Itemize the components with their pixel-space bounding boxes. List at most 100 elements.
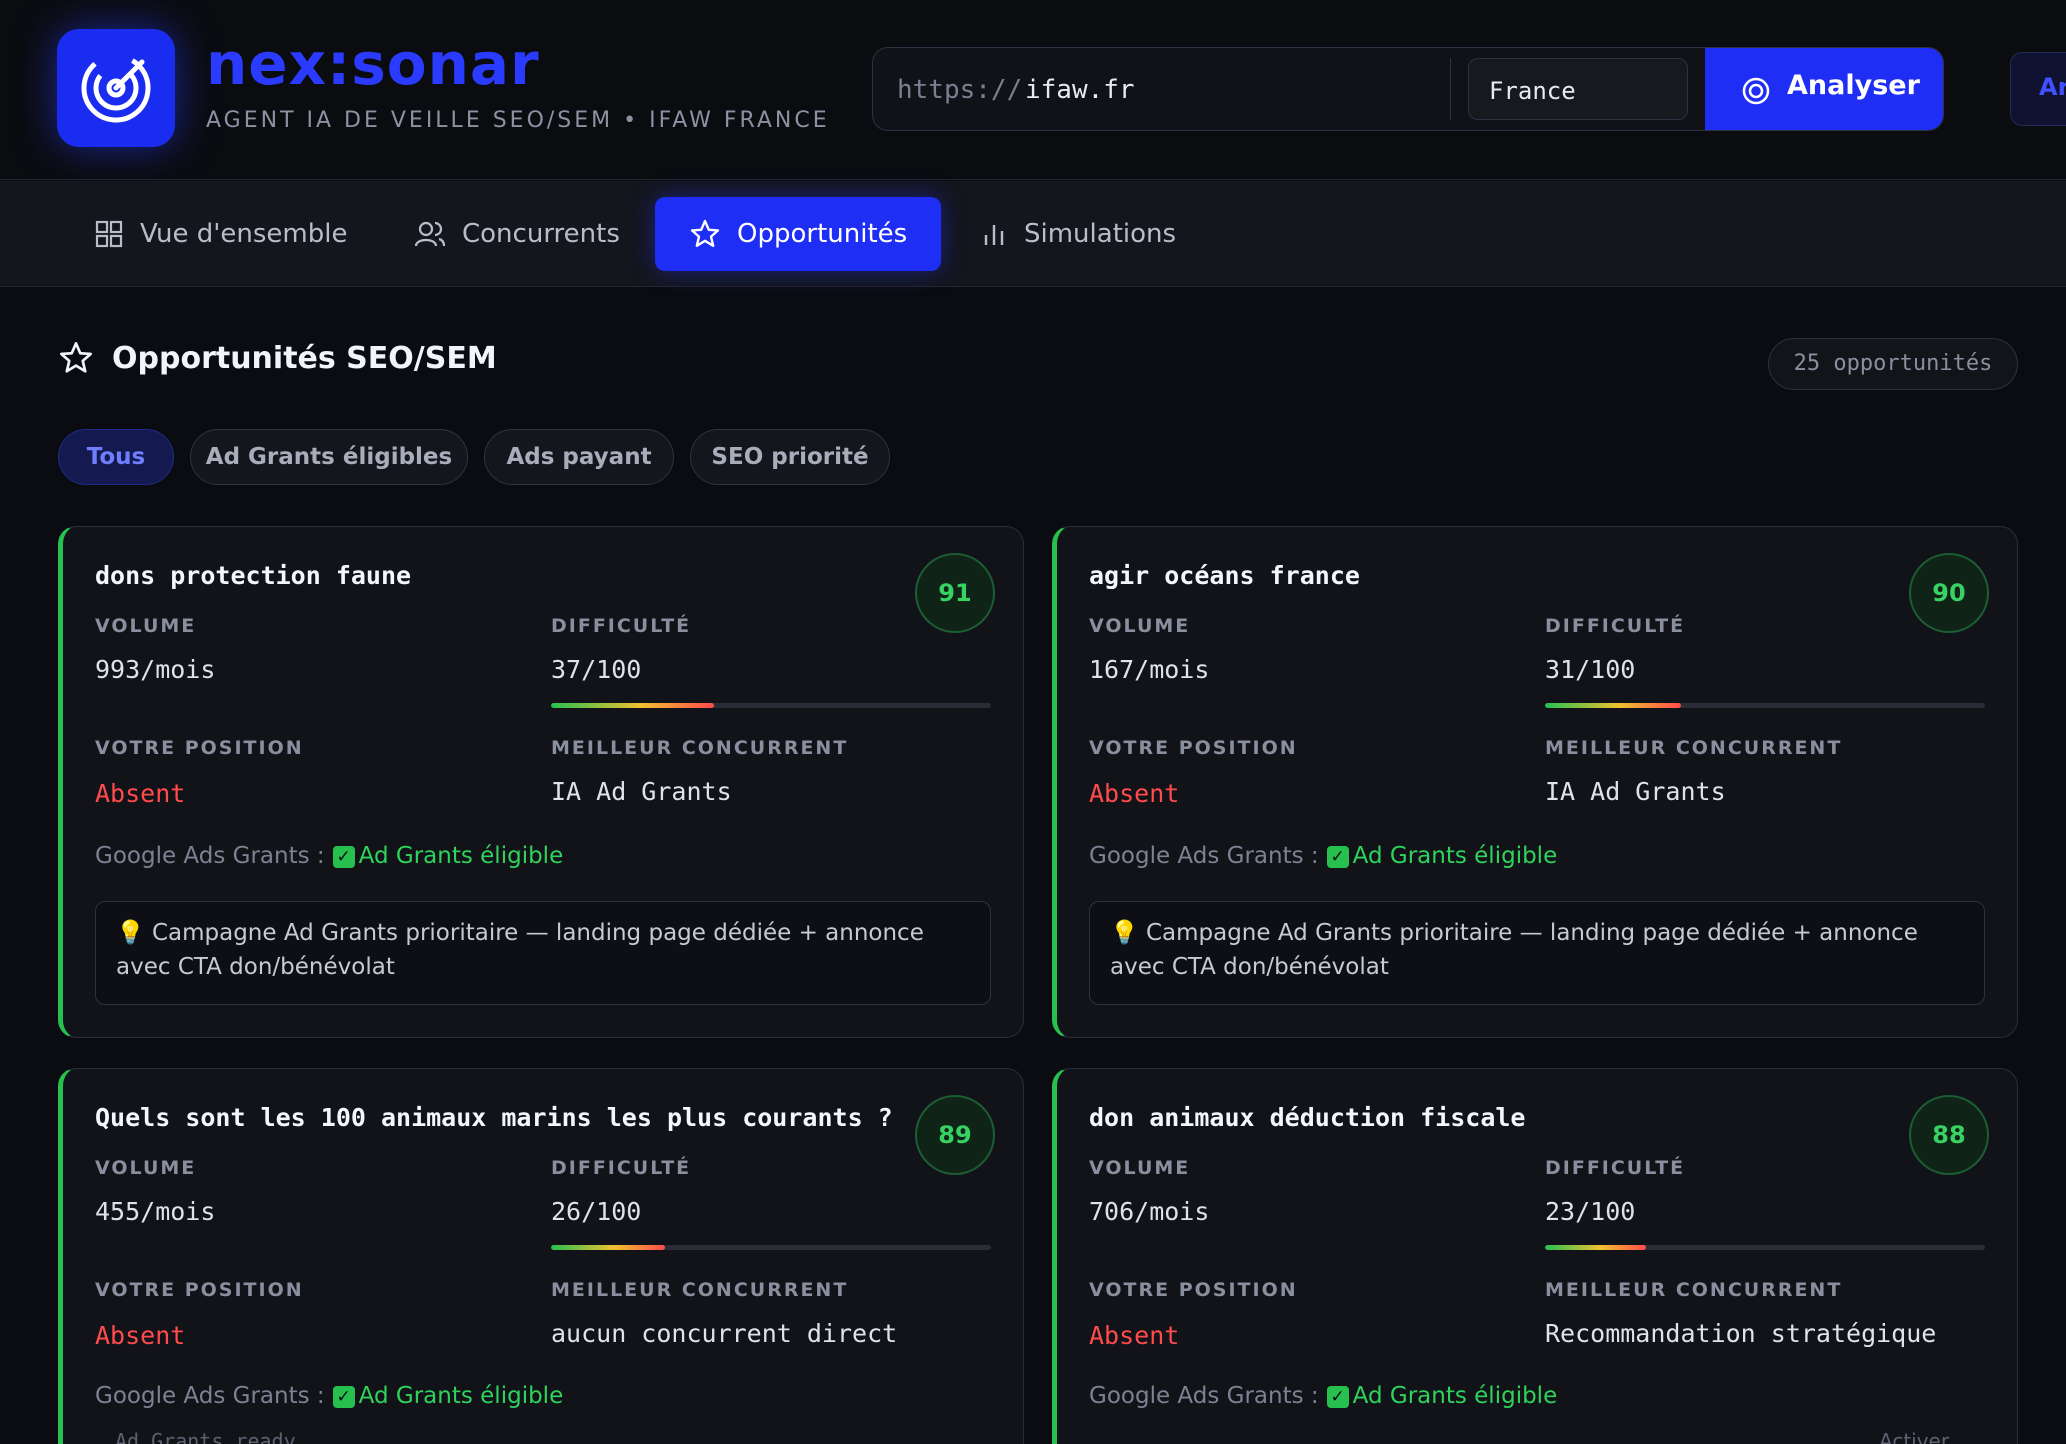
filter-paid-ads[interactable]: Ads payant [484, 429, 674, 485]
brand-tagline: AGENT IA DE VEILLE SEO/SEM • IFAW FRANCE [206, 108, 830, 133]
grants-status: Google Ads Grants : ✓ Ad Grants éligible [95, 1383, 563, 1409]
card-keyword: don animaux déduction fiscale [1089, 1103, 1526, 1132]
target-icon [1742, 77, 1770, 105]
position-label: VOTRE POSITION [95, 1279, 304, 1301]
grants-eligible: Ad Grants éligible [358, 1383, 564, 1409]
volume-label: VOLUME [1089, 1157, 1191, 1179]
logo-badge [57, 29, 175, 147]
url-search-bar: https:// ifaw.fr France Analyser [872, 47, 1944, 131]
grants-eligible: Ad Grants éligible [1352, 843, 1558, 869]
filter-ad-grants[interactable]: Ad Grants éligibles [190, 429, 468, 485]
position-value: Absent [1089, 779, 1180, 808]
difficulty-label: DIFFICULTÉ [551, 615, 692, 637]
recommendation-tip: 💡 Campagne Ad Grants prioritaire — landi… [95, 901, 991, 1005]
score-badge: 90 [1909, 553, 1989, 633]
difficulty-value: 37/100 [551, 655, 642, 684]
difficulty-value: 23/100 [1545, 1197, 1636, 1226]
tab-competitors[interactable]: Concurrents [380, 197, 654, 271]
tab-simulations-label: Simulations [1024, 219, 1177, 249]
volume-label: VOLUME [1089, 615, 1191, 637]
check-icon: ✓ [332, 1385, 355, 1408]
main-nav: Vue d'ensemble Concurrents Opportunités … [0, 181, 2066, 287]
analyze-button[interactable]: Analyser [1705, 48, 1943, 130]
grants-status: Google Ads Grants : ✓ Ad Grants éligible [1089, 843, 1557, 869]
volume-value: 993/mois [95, 655, 216, 684]
url-prefix: https:// [897, 75, 1023, 105]
difficulty-bar-fill [551, 1245, 666, 1250]
star-icon [60, 342, 92, 373]
grid-icon [95, 220, 123, 248]
difficulty-bar-fill [551, 703, 714, 708]
card-keyword: Quels sont les 100 animaux marins les pl… [95, 1103, 893, 1132]
opportunity-card[interactable]: Quels sont les 100 animaux marins les pl… [58, 1068, 1024, 1444]
card-footer-text[interactable]: Activer [1879, 1429, 1949, 1444]
position-label: VOTRE POSITION [1089, 737, 1298, 759]
difficulty-bar-fill [1545, 703, 1682, 708]
card-keyword: agir océans france [1089, 561, 1360, 590]
side-action-label: Ar [2039, 73, 2066, 101]
grants-label: Google Ads Grants : [1089, 843, 1319, 869]
position-value: Absent [95, 779, 186, 808]
position-value: Absent [95, 1321, 186, 1350]
users-icon [414, 221, 446, 247]
check-icon: ✓ [332, 845, 355, 868]
volume-value: 455/mois [95, 1197, 216, 1226]
check-icon: ✓ [1326, 845, 1349, 868]
bar-chart-icon [984, 225, 1004, 245]
competitor-value: aucun concurrent direct [551, 1319, 898, 1348]
tab-overview-label: Vue d'ensemble [140, 219, 348, 249]
side-action-button[interactable]: Ar [2010, 52, 2066, 126]
grants-label: Google Ads Grants : [1089, 1383, 1319, 1409]
difficulty-bar [551, 703, 991, 708]
difficulty-bar [1545, 1245, 1985, 1250]
score-badge: 88 [1909, 1095, 1989, 1175]
volume-value: 706/mois [1089, 1197, 1210, 1226]
opportunity-card[interactable]: dons protection faune 91 VOLUME 993/mois… [58, 526, 1024, 1038]
filter-all[interactable]: Tous [58, 429, 174, 485]
volume-label: VOLUME [95, 1157, 197, 1179]
country-select[interactable]: France [1468, 58, 1688, 120]
score-badge: 91 [915, 553, 995, 633]
competitor-value: IA Ad Grants [1545, 777, 1726, 806]
filter-seo-priority[interactable]: SEO priorité [690, 429, 890, 485]
card-footer-text: Ad Grants ready [115, 1429, 296, 1444]
difficulty-label: DIFFICULTÉ [1545, 615, 1686, 637]
opportunities-count-badge: 25 opportunités [1768, 338, 2018, 390]
analyze-button-label: Analyser [1787, 70, 1920, 101]
check-icon: ✓ [1326, 1385, 1349, 1408]
url-input[interactable]: ifaw.fr [1025, 75, 1135, 105]
recommendation-tip: 💡 Campagne Ad Grants prioritaire — landi… [1089, 901, 1985, 1005]
grants-label: Google Ads Grants : [95, 1383, 325, 1409]
brand-name: nex:sonar [206, 30, 540, 98]
position-label: VOTRE POSITION [95, 737, 304, 759]
competitor-label: MEILLEUR CONCURRENT [1545, 1279, 1843, 1301]
volume-value: 167/mois [1089, 655, 1210, 684]
volume-label: VOLUME [95, 615, 197, 637]
difficulty-value: 26/100 [551, 1197, 642, 1226]
difficulty-value: 31/100 [1545, 655, 1636, 684]
section-title: Opportunités SEO/SEM [58, 340, 497, 376]
difficulty-bar [1545, 703, 1985, 708]
tab-simulations[interactable]: Simulations [946, 197, 1210, 271]
search-divider [1450, 58, 1451, 120]
competitor-label: MEILLEUR CONCURRENT [1545, 737, 1843, 759]
competitor-label: MEILLEUR CONCURRENT [551, 737, 849, 759]
position-label: VOTRE POSITION [1089, 1279, 1298, 1301]
grants-status: Google Ads Grants : ✓ Ad Grants éligible [1089, 1383, 1557, 1409]
opportunity-card[interactable]: don animaux déduction fiscale 88 VOLUME … [1052, 1068, 2018, 1444]
card-keyword: dons protection faune [95, 561, 412, 590]
tab-competitors-label: Concurrents [462, 219, 620, 249]
competitor-label: MEILLEUR CONCURRENT [551, 1279, 849, 1301]
tab-overview[interactable]: Vue d'ensemble [60, 197, 381, 271]
app-header: nex:sonar AGENT IA DE VEILLE SEO/SEM • I… [0, 0, 2066, 180]
grants-eligible: Ad Grants éligible [358, 843, 564, 869]
grants-status: Google Ads Grants : ✓ Ad Grants éligible [95, 843, 563, 869]
competitor-value: Recommandation stratégique [1545, 1319, 1937, 1348]
competitor-value: IA Ad Grants [551, 777, 732, 806]
difficulty-label: DIFFICULTÉ [551, 1157, 692, 1179]
tab-opportunities-label: Opportunités [737, 219, 908, 249]
score-badge: 89 [915, 1095, 995, 1175]
tab-opportunities[interactable]: Opportunités [655, 197, 942, 271]
opportunity-card[interactable]: agir océans france 90 VOLUME 167/mois DI… [1052, 526, 2018, 1038]
difficulty-bar [551, 1245, 991, 1250]
